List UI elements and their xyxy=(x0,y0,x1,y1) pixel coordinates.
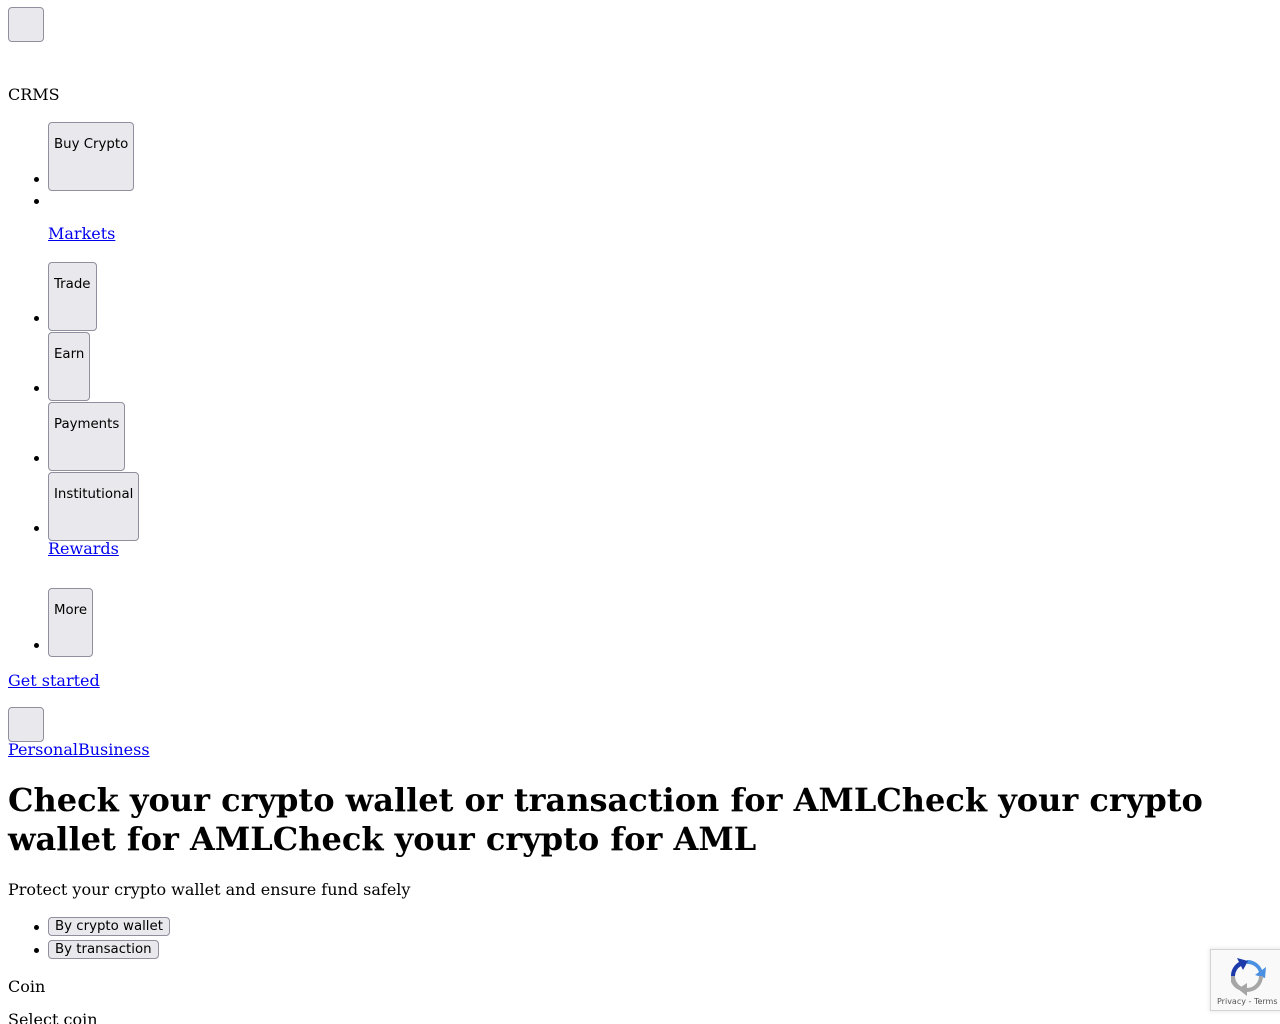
nav-item-rewards: Rewards xyxy=(48,539,348,588)
check-mode-tabs: By crypto wallet By transaction xyxy=(8,916,170,962)
recaptcha-icon xyxy=(1230,958,1266,996)
bullet-icon xyxy=(34,199,39,204)
menu-toggle-button[interactable] xyxy=(8,7,44,42)
main-nav: Buy Crypto Markets Trade Earn Payments I… xyxy=(8,122,348,658)
page: CRMS Buy Crypto Markets Trade Earn Payme… xyxy=(0,0,1280,1024)
tab-by-transaction-item: By transaction xyxy=(8,939,170,962)
get-started-link[interactable]: Get started xyxy=(8,671,100,690)
bullet-icon xyxy=(34,948,39,953)
trade-button[interactable]: Trade xyxy=(48,262,97,331)
tab-by-crypto-wallet-item: By crypto wallet xyxy=(8,916,170,939)
page-subtitle: Protect your crypto wallet and ensure fu… xyxy=(8,880,411,899)
recaptcha-links: Privacy - Terms xyxy=(1217,997,1278,1006)
recaptcha-separator: - xyxy=(1245,997,1254,1006)
nav-item-markets: Markets xyxy=(48,201,348,262)
markets-link[interactable]: Markets xyxy=(48,224,115,243)
recaptcha-badge[interactable]: Privacy - Terms xyxy=(1210,949,1280,1011)
segment-switch: PersonalBusiness xyxy=(8,740,150,759)
nav-item-more: More xyxy=(34,588,348,658)
account-toggle-button[interactable] xyxy=(8,707,44,742)
nav-item-institutional: Institutional xyxy=(34,472,348,541)
nav-item-payments: Payments xyxy=(34,402,348,472)
nav-item-buy-crypto: Buy Crypto xyxy=(34,122,348,204)
payments-button[interactable]: Payments xyxy=(48,402,126,471)
bullet-icon xyxy=(34,177,39,182)
earn-button[interactable]: Earn xyxy=(48,332,91,401)
rewards-link[interactable]: Rewards xyxy=(48,539,119,558)
institutional-button[interactable]: Institutional xyxy=(48,472,140,541)
business-link[interactable]: Business xyxy=(78,740,150,759)
bullet-icon xyxy=(34,925,39,930)
tab-by-transaction[interactable]: By transaction xyxy=(48,940,159,959)
personal-link[interactable]: Personal xyxy=(8,740,78,759)
bullet-icon xyxy=(34,456,39,461)
page-title: Check your crypto wallet or transaction … xyxy=(8,781,1203,858)
nav-item-trade: Trade xyxy=(34,262,348,332)
bullet-icon xyxy=(34,316,39,321)
coin-label: Coin xyxy=(8,977,46,996)
logo-text: CRMS xyxy=(8,85,60,104)
coin-select[interactable]: Select coin xyxy=(8,1010,98,1024)
tab-by-crypto-wallet[interactable]: By crypto wallet xyxy=(48,917,170,936)
bullet-icon xyxy=(34,526,39,531)
recaptcha-privacy-link[interactable]: Privacy xyxy=(1217,997,1246,1006)
nav-item-earn: Earn xyxy=(34,332,348,402)
buy-crypto-button[interactable]: Buy Crypto xyxy=(48,122,135,191)
more-button[interactable]: More xyxy=(48,588,94,657)
recaptcha-terms-link[interactable]: Terms xyxy=(1254,997,1278,1006)
bullet-icon xyxy=(34,386,39,391)
bullet-icon xyxy=(34,643,39,648)
